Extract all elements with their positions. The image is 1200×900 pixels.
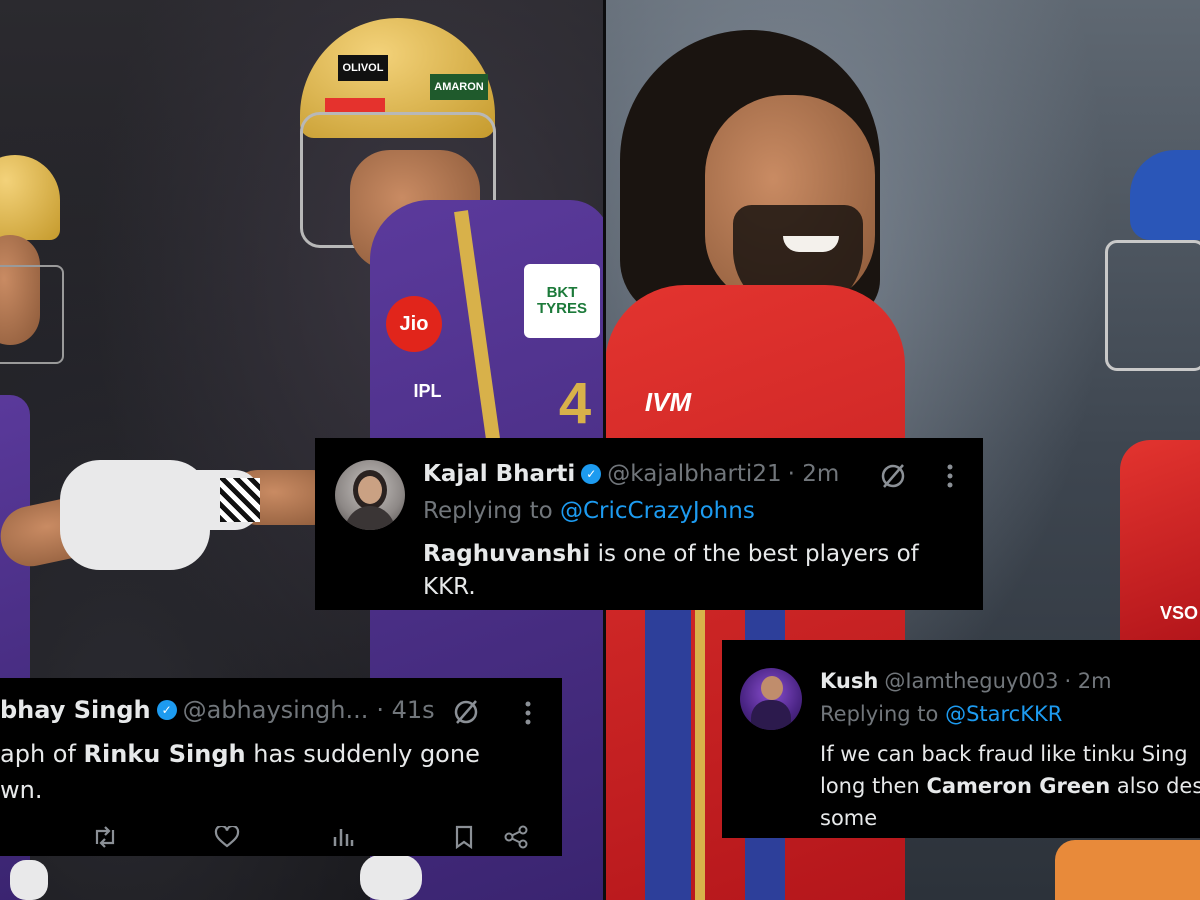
- tweet-time[interactable]: · 41s: [376, 696, 434, 724]
- ipl-logo: IPL: [413, 380, 442, 401]
- avatar[interactable]: [740, 668, 802, 730]
- tweet-body-bold: Cameron Green: [926, 774, 1111, 798]
- replying-to: Replying to @StarcKKR: [820, 702, 1062, 726]
- jersey-sponsor-jio: Jio: [386, 296, 442, 352]
- jersey-blue-panel: [645, 610, 691, 900]
- tweet-body-pre: aph of: [0, 740, 84, 768]
- more-icon[interactable]: [937, 460, 963, 492]
- tweet-author-handle[interactable]: @abhaysingh...: [183, 696, 369, 724]
- helmet-sponsor-olivol: OLIVOL: [338, 55, 388, 81]
- like-icon[interactable]: [212, 824, 242, 850]
- tweet-body-line3: some: [820, 806, 878, 830]
- replying-to: Replying to @CricCrazyJohns: [423, 498, 755, 524]
- jersey-sponsor-ivm: IVM: [644, 386, 692, 417]
- batter-grille: [1105, 240, 1200, 371]
- retweet-icon[interactable]: [90, 824, 120, 850]
- tweet-body-line1: If we can back fraud like tinku Sing: [820, 742, 1188, 766]
- tweet-body-pre: long then: [820, 774, 927, 798]
- tweet-kajal-bharti[interactable]: Kajal Bharti ✓ @kajalbharti21 · 2m Reply…: [315, 438, 983, 610]
- jersey-gold-stripe-right: [695, 610, 705, 900]
- batter-jersey-text: VSO: [1159, 602, 1198, 623]
- tweet-author-name[interactable]: Kajal Bharti: [423, 461, 575, 487]
- jersey-number: 4: [558, 370, 592, 436]
- glove-check-band: [220, 478, 260, 522]
- replying-to-link[interactable]: @StarcKKR: [945, 702, 1062, 726]
- jersey-sponsor-bkt: BKT TYRES: [524, 264, 600, 338]
- views-icon[interactable]: [330, 824, 356, 850]
- tweet-body-bold: Raghuvanshi: [423, 541, 591, 567]
- avatar[interactable]: [335, 460, 405, 530]
- replying-prefix: Replying to: [820, 702, 946, 726]
- tweet-body: If we can back fraud like tinku Sing lon…: [820, 738, 1200, 834]
- tweet-body-post: also dese: [1116, 774, 1200, 798]
- replying-to-link[interactable]: @CricCrazyJohns: [560, 498, 755, 524]
- verified-icon: ✓: [156, 700, 177, 720]
- helmet-sponsor-amaron: AMARON: [430, 74, 488, 100]
- bookmark-icon[interactable]: [452, 824, 476, 850]
- more-icon[interactable]: [515, 698, 541, 728]
- tweet-body-text: is one of the best players of: [590, 541, 919, 567]
- replying-prefix: Replying to: [423, 498, 560, 524]
- tweet-body-line2: wn.: [0, 776, 43, 804]
- left-player-helmet: [0, 155, 60, 240]
- tweet-author-name[interactable]: Kush: [820, 669, 878, 693]
- tweet-abhay-singh[interactable]: bhay Singh ✓ @abhaysingh... · 41s aph of…: [0, 678, 562, 856]
- tweet-body: Raghuvanshi is one of the best players o…: [423, 538, 919, 604]
- share-icon[interactable]: [502, 824, 530, 850]
- tweet-author-handle[interactable]: @Iamtheguy003: [884, 669, 1058, 693]
- player-smile: [783, 236, 839, 252]
- bottom-glove-right: [360, 855, 422, 900]
- left-player-grille: [0, 265, 64, 364]
- tweet-body-line2: KKR.: [423, 574, 476, 600]
- bottom-glove-left: [10, 860, 48, 900]
- tweet-body-bold: Rinku Singh: [83, 740, 246, 768]
- verified-icon: ✓: [581, 464, 602, 484]
- tweet-body: aph of Rinku Singh has suddenly gone wn.: [0, 736, 480, 808]
- tweet-kush[interactable]: Kush @Iamtheguy003 · 2m Replying to @Sta…: [722, 640, 1200, 838]
- tweet-body-post: has suddenly gone: [245, 740, 480, 768]
- tweet-time[interactable]: · 2m: [1064, 669, 1111, 693]
- grok-icon[interactable]: [877, 460, 909, 492]
- tweet-author-name[interactable]: bhay Singh: [0, 696, 151, 724]
- batter-helmet: [1130, 150, 1200, 240]
- grok-icon[interactable]: [450, 696, 482, 728]
- batter-pad: [1055, 840, 1200, 900]
- tweet-time[interactable]: · 2m: [788, 461, 840, 487]
- tweet-author-handle[interactable]: @kajalbharti21: [607, 461, 781, 487]
